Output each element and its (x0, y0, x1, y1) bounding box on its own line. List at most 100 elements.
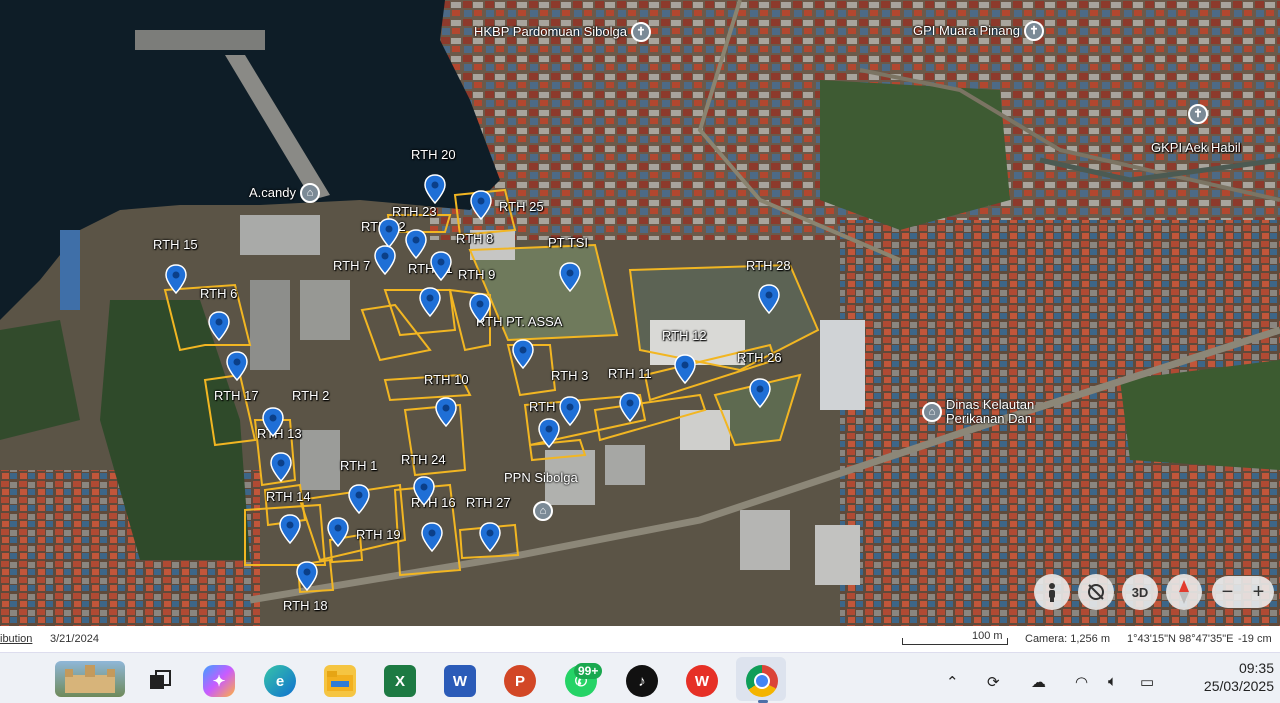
building-icon: ⌂ (922, 402, 942, 422)
powerpoint-button[interactable]: P (504, 665, 536, 697)
windows-taskbar: ✦ e X W P ✆ 99+ ♪ W ⌃ ⟳ ☁ ◠ 🔈︎ ▭ 09:35 2… (0, 652, 1280, 703)
label-rth-26: RTH 26 (737, 350, 782, 365)
church-icon: ✝ (1023, 21, 1044, 41)
location-pin-icon[interactable] (270, 452, 292, 482)
location-pin-icon[interactable] (674, 354, 696, 384)
label-rth-8: RTH 8 (456, 231, 494, 246)
location-pin-icon[interactable] (296, 561, 318, 591)
church-icon: ✝ (630, 22, 651, 42)
label-rth-27: RTH 27 (466, 495, 511, 510)
folder-icon (327, 671, 353, 691)
location-pin-icon[interactable] (559, 262, 581, 292)
location-pin-icon[interactable] (327, 517, 349, 547)
location-pin-icon[interactable] (619, 392, 641, 422)
location-pin-icon[interactable] (512, 339, 534, 369)
location-pin-icon[interactable] (435, 397, 457, 427)
copilot-icon: ✦ (212, 673, 226, 690)
poi-dinas-label: Dinas Kelautan Perikanan Dan (946, 397, 1035, 426)
poi-ppn-marker[interactable]: ⌂ (533, 501, 553, 521)
poi-gpi[interactable]: GPI Muara Pinang ✝ (913, 21, 1044, 41)
poi-acandy[interactable]: A.candy ⌂ (249, 183, 320, 203)
poi-gkpi[interactable]: ✝ (1188, 104, 1208, 124)
pegman-button[interactable] (1034, 574, 1070, 610)
elevation: -19 cm (1238, 633, 1272, 645)
3d-label: 3D (1131, 584, 1149, 600)
location-pin-icon[interactable] (165, 264, 187, 294)
castle-icon (65, 665, 115, 693)
file-explorer-button[interactable] (324, 665, 356, 697)
tiktok-button[interactable]: ♪ (626, 665, 658, 697)
location-pin-icon[interactable] (374, 245, 396, 275)
location-pin-icon[interactable] (538, 418, 560, 448)
label-rth-12: RTH 12 (662, 328, 707, 343)
task-view-button[interactable] (144, 665, 176, 697)
label-rth-17: RTH 17 (214, 388, 259, 403)
battery-icon[interactable]: ▭ (1140, 673, 1154, 691)
location-pin-icon[interactable] (749, 378, 771, 408)
whatsapp-badge: 99+ (574, 663, 603, 679)
label-rth-11: RTH 11 (608, 366, 652, 381)
location-pin-icon[interactable] (378, 218, 400, 248)
location-pin-icon[interactable] (430, 251, 452, 281)
location-pin-icon[interactable] (348, 484, 370, 514)
location-pin-icon[interactable] (470, 190, 492, 220)
label-rth-10: RTH 10 (424, 372, 469, 387)
location-pin-icon[interactable] (421, 522, 443, 552)
chrome-button[interactable] (746, 665, 778, 697)
location-pin-icon[interactable] (262, 407, 284, 437)
satellite-map[interactable]: HKBP Pardomuan Sibolga ✝ GPI Muara Pinan… (0, 0, 1280, 626)
coordinates: 1°43'15"N 98°47'35"E (1127, 633, 1234, 645)
compass-icon (1179, 580, 1189, 604)
wifi-icon[interactable]: ◠ (1075, 673, 1088, 691)
3d-button[interactable]: 3D (1122, 574, 1158, 610)
label-rth-15: RTH 15 (153, 237, 198, 252)
location-pin-icon[interactable] (479, 522, 501, 552)
wps-icon: W (694, 672, 710, 690)
zoom-out-button[interactable]: − (1222, 581, 1234, 604)
castle-thumbnail[interactable] (55, 661, 125, 697)
location-pin-icon[interactable] (413, 476, 435, 506)
tiktok-icon: ♪ (638, 672, 646, 690)
label-rth-7: RTH 7 (333, 258, 371, 273)
location-pin-icon[interactable] (469, 293, 491, 323)
edge-button[interactable]: e (264, 665, 296, 697)
location-pin-icon[interactable] (405, 229, 427, 259)
rotate-button[interactable] (1078, 574, 1114, 610)
location-pin-icon[interactable] (559, 396, 581, 426)
location-pin-icon[interactable] (279, 514, 301, 544)
copilot-button[interactable]: ✦ (203, 665, 235, 697)
poi-hkbp-label: HKBP Pardomuan Sibolga (474, 24, 627, 39)
chevron-up-icon[interactable]: ⌃ (946, 673, 959, 691)
label-rth-14: RTH 14 (266, 489, 311, 504)
compass-button[interactable] (1166, 574, 1202, 610)
pegman-icon (1049, 583, 1055, 602)
excel-icon: X (394, 672, 405, 690)
attribution-link[interactable]: ibution (0, 633, 32, 645)
zoom-in-button[interactable]: + (1253, 581, 1265, 604)
cloud-off-icon[interactable]: ☁ (1031, 673, 1046, 691)
wps-button[interactable]: W (686, 665, 718, 697)
poi-gkpi-label: GKPI Aek Habil (1151, 140, 1241, 155)
zoom-control: − + (1212, 576, 1274, 608)
label-rth-9: RTH 9 (458, 267, 496, 282)
scale-bar (902, 638, 1008, 645)
volume-icon[interactable]: 🔈︎ (1108, 673, 1117, 690)
edge-icon: e (275, 672, 285, 690)
location-pin-icon[interactable] (424, 174, 446, 204)
word-button[interactable]: W (444, 665, 476, 697)
poi-gpi-label: GPI Muara Pinang (913, 23, 1020, 38)
poi-ppn[interactable]: PPN Sibolga (504, 471, 578, 485)
clock-date: 25/03/2025 (1203, 678, 1274, 694)
location-pin-icon[interactable] (419, 287, 441, 317)
sync-icon[interactable]: ⟳ (987, 673, 1000, 691)
excel-button[interactable]: X (384, 665, 416, 697)
poi-dinas[interactable]: ⌂ Dinas Kelautan Perikanan Dan (922, 398, 1056, 426)
clock[interactable]: 09:35 25/03/2025 (1188, 659, 1274, 695)
poi-hkbp[interactable]: HKBP Pardomuan Sibolga ✝ (474, 22, 651, 42)
location-pin-icon[interactable] (226, 351, 248, 381)
chrome-icon (754, 673, 770, 689)
label-rth-6: RTH 6 (200, 286, 238, 301)
location-pin-icon[interactable] (758, 284, 780, 314)
satellite-imagery (0, 0, 1280, 626)
location-pin-icon[interactable] (208, 311, 230, 341)
